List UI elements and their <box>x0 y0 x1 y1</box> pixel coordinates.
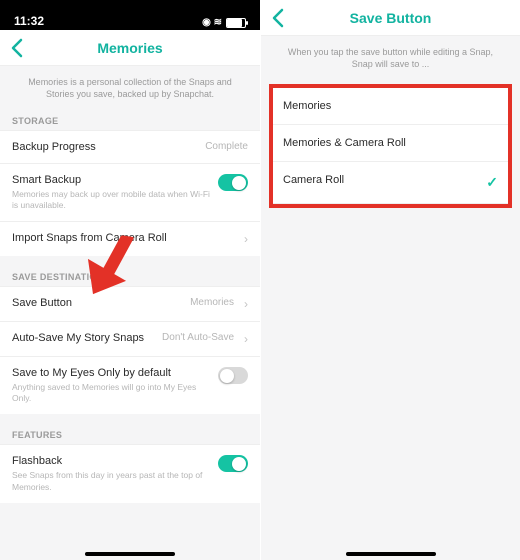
option-label: Camera Roll <box>283 174 478 186</box>
save-button-screen: Save Button When you tap the save button… <box>260 0 520 560</box>
nav-title: Save Button <box>350 10 432 26</box>
status-bar: 11:32 ◉ ≋ <box>0 0 260 30</box>
row-title: Import Snaps from Camera Roll <box>12 232 234 244</box>
chevron-right-icon: › <box>244 297 248 311</box>
nav-bar: Memories <box>0 30 260 66</box>
options-highlight: Memories Memories & Camera Roll Camera R… <box>269 84 512 208</box>
option-memories[interactable]: Memories <box>273 88 508 124</box>
row-value: Don't Auto-Save <box>162 332 234 343</box>
back-button[interactable] <box>10 38 24 63</box>
row-description: Anything saved to Memories will go into … <box>12 382 210 404</box>
status-time: 11:32 <box>14 14 44 28</box>
eyes-only-toggle[interactable] <box>218 367 248 384</box>
option-label: Memories <box>283 100 498 112</box>
checkmark-icon: ✓ <box>486 174 498 191</box>
flashback-row[interactable]: Flashback See Snaps from this day in yea… <box>0 444 260 502</box>
nav-title: Memories <box>97 40 162 56</box>
save-button-row[interactable]: Save Button Memories › <box>0 286 260 321</box>
row-title: Backup Progress <box>12 141 197 153</box>
row-title: Save Button <box>12 297 182 309</box>
section-label-save: SAVE DESTINATIONS <box>0 268 260 286</box>
memories-settings-screen: 11:32 ◉ ≋ Memories Memories is a persona… <box>0 0 260 560</box>
header-description: Memories is a personal collection of the… <box>0 66 260 112</box>
row-title: Smart Backup <box>12 174 210 186</box>
nav-bar: Save Button <box>261 0 520 36</box>
smart-backup-row[interactable]: Smart Backup Memories may back up over m… <box>0 163 260 221</box>
chevron-left-icon <box>271 8 285 28</box>
home-indicator <box>85 552 175 556</box>
eyes-only-row[interactable]: Save to My Eyes Only by default Anything… <box>0 356 260 414</box>
option-memories-camera-roll[interactable]: Memories & Camera Roll <box>273 124 508 161</box>
option-label: Memories & Camera Roll <box>283 137 498 149</box>
back-button[interactable] <box>271 8 285 33</box>
section-label-storage: STORAGE <box>0 112 260 130</box>
home-indicator <box>346 552 436 556</box>
chevron-left-icon <box>10 38 24 58</box>
chevron-right-icon: › <box>244 232 248 246</box>
flashback-toggle[interactable] <box>218 455 248 472</box>
wifi-icon: ◉ ≋ <box>202 17 222 28</box>
row-title: Flashback <box>12 455 210 467</box>
row-title: Save to My Eyes Only by default <box>12 367 210 379</box>
row-value: Memories <box>190 297 234 308</box>
row-title: Auto-Save My Story Snaps <box>12 332 154 344</box>
row-value: Complete <box>205 141 248 152</box>
section-label-features: FEATURES <box>0 426 260 444</box>
row-description: See Snaps from this day in years past at… <box>12 470 210 492</box>
row-description: Memories may back up over mobile data wh… <box>12 189 210 211</box>
chevron-right-icon: › <box>244 332 248 346</box>
header-description: When you tap the save button while editi… <box>261 36 520 82</box>
battery-icon <box>226 18 246 28</box>
smart-backup-toggle[interactable] <box>218 174 248 191</box>
auto-save-row[interactable]: Auto-Save My Story Snaps Don't Auto-Save… <box>0 321 260 356</box>
option-camera-roll[interactable]: Camera Roll ✓ <box>273 161 508 204</box>
backup-progress-row[interactable]: Backup Progress Complete <box>0 130 260 163</box>
import-snaps-row[interactable]: Import Snaps from Camera Roll › <box>0 221 260 256</box>
